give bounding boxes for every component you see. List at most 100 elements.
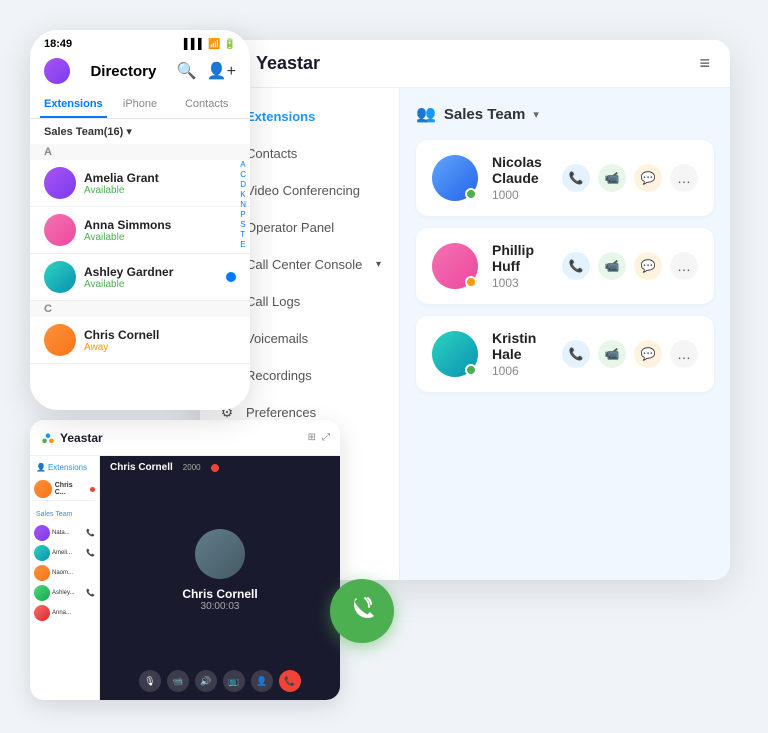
status-badge: Away — [84, 342, 236, 353]
tab-extensions[interactable]: Extensions — [40, 92, 107, 118]
video-call-screen: Chris Cornell 2000 Chris Cornell 30:00:0… — [100, 456, 340, 700]
phone-status-bar: 18:49 ▌▌▌ 📶 🔋 — [30, 30, 250, 54]
call-button[interactable]: 📞 — [562, 252, 590, 280]
call-button[interactable]: 📞 — [562, 164, 590, 192]
list-item: Naom... — [34, 563, 95, 583]
contact-info: Anna Simmons Available — [84, 218, 236, 243]
sidebar-item-label: Operator Panel — [246, 220, 334, 235]
menu-icon[interactable]: ≡ — [699, 53, 710, 74]
phone-header: Directory 🔍 👤+ — [30, 54, 250, 92]
sidebar-item-label: Preferences — [246, 405, 316, 420]
contact-actions: 📞 📹 💬 … — [562, 164, 698, 192]
contact-card: Phillip Huff 1003 📞 📹 💬 … — [416, 228, 714, 304]
phone-status-icons: ▌▌▌ 📶 🔋 — [184, 39, 236, 50]
sidebar-item-label: Extensions — [246, 109, 315, 124]
screen-share-button[interactable]: 📺 — [223, 670, 245, 692]
video-button[interactable]: 📹 — [598, 340, 626, 368]
status-dot-orange — [465, 276, 477, 288]
list-item: Nata... 📞 — [34, 523, 95, 543]
status-dot-green — [465, 188, 477, 200]
phone-header-icons: 🔍 👤+ — [177, 61, 236, 81]
tab-iphone[interactable]: iPhone — [107, 92, 174, 118]
avatar — [44, 261, 76, 293]
avatar — [44, 214, 76, 246]
call-icon: 📞 — [86, 529, 95, 537]
mini-contact-list: Chris C... — [30, 475, 99, 504]
battery-icon: 🔋 — [224, 39, 236, 50]
add-person-icon[interactable]: 👤+ — [207, 61, 236, 81]
mini-sidebar: 👤 Extensions Chris C... Sales Team Nata. — [30, 456, 100, 700]
contact-name: Anna Simmons — [84, 218, 236, 232]
chevron-down-icon: ▾ — [376, 259, 381, 270]
video-button[interactable]: 📹 — [598, 252, 626, 280]
avatar — [34, 525, 50, 541]
mini-sidebar-item: 👤 Extensions — [30, 460, 99, 475]
contact-name: Ashley Gardner — [84, 265, 218, 279]
call-icon: 📞 — [86, 549, 95, 557]
list-item: Anna... — [34, 603, 95, 623]
contact-info: Phillip Huff 1003 — [492, 242, 548, 290]
small-logo-icon — [40, 430, 56, 446]
sidebar-item-label: Recordings — [246, 368, 312, 383]
video-main: Chris Cornell 30:00:03 — [100, 479, 340, 662]
sidebar-item-label: Call Logs — [246, 294, 300, 309]
more-button[interactable]: … — [670, 164, 698, 192]
tab-contacts[interactable]: Contacts — [173, 92, 240, 118]
avatar — [432, 331, 478, 377]
phone-tabs: Extensions iPhone Contacts — [30, 92, 250, 119]
chat-button[interactable]: 💬 — [634, 164, 662, 192]
speaker-button[interactable]: 🔊 — [195, 670, 217, 692]
contact-ext: 1000 — [492, 188, 548, 202]
small-desktop-mockup: Yeastar ⊞ ⤢ 👤 Extensions Chris C... — [30, 420, 340, 700]
avatar — [34, 480, 52, 498]
list-item: Chris C... — [34, 478, 95, 501]
list-item: Ameli... 📞 — [34, 543, 95, 563]
section-a: A — [30, 144, 250, 160]
signal-icon: ▌▌▌ — [184, 39, 205, 50]
avatar — [44, 324, 76, 356]
contact-name: Ameli... — [52, 550, 72, 556]
search-icon[interactable]: 🔍 — [177, 61, 197, 81]
contact-name: Kristin Hale — [492, 330, 548, 362]
list-item: Ashley Gardner Available — [30, 254, 250, 301]
contact-info: Nicolas Claude 1000 — [492, 154, 548, 202]
status-badge: Available — [84, 232, 236, 243]
call-button[interactable]: 📞 — [562, 340, 590, 368]
more-button[interactable]: … — [670, 252, 698, 280]
phone-directory-title: Directory — [90, 63, 156, 80]
end-call-button[interactable]: 📞 — [279, 670, 301, 692]
chat-button[interactable]: 💬 — [634, 340, 662, 368]
notification-dot — [226, 272, 236, 282]
contact-ext: 1006 — [492, 364, 548, 378]
list-item: Chris Cornell Away — [30, 317, 250, 364]
small-topbar: Yeastar ⊞ ⤢ — [30, 420, 340, 456]
mute-button[interactable]: 🎙 — [139, 670, 161, 692]
contact-name: Ashley... — [52, 590, 75, 596]
avatar — [432, 243, 478, 289]
group-icon: 👥 — [416, 104, 436, 124]
contact-actions: 📞 📹 💬 … — [562, 252, 698, 280]
recording-dot — [211, 464, 219, 472]
wifi-icon: 📶 — [208, 39, 220, 50]
chat-button[interactable]: 💬 — [634, 252, 662, 280]
video-call-container: 👤 Extensions Chris C... Sales Team Nata. — [30, 456, 340, 700]
desktop-topbar: Yeastar ≡ — [200, 40, 730, 88]
video-caller-name: Chris Cornell — [182, 587, 257, 601]
contact-name: Amelia Grant — [84, 171, 236, 185]
chevron-down-icon[interactable]: ▾ — [533, 108, 539, 121]
floating-call-button[interactable] — [330, 579, 394, 643]
video-call-header: Chris Cornell 2000 — [100, 456, 340, 479]
avatar — [44, 167, 76, 199]
contact-info: Chris Cornell Away — [84, 328, 236, 353]
avatar — [34, 605, 50, 621]
video-button[interactable]: 📹 — [598, 164, 626, 192]
video-toggle-button[interactable]: 📹 — [167, 670, 189, 692]
section-c: C — [30, 301, 250, 317]
small-logo-text: Yeastar — [60, 431, 103, 445]
phone-filter[interactable]: Sales Team(16) ▾ — [30, 119, 250, 144]
status-badge: Available — [84, 279, 218, 290]
add-person-button[interactable]: 👤 — [251, 670, 273, 692]
avatar — [34, 565, 50, 581]
more-button[interactable]: … — [670, 340, 698, 368]
small-logo: Yeastar — [40, 430, 103, 446]
